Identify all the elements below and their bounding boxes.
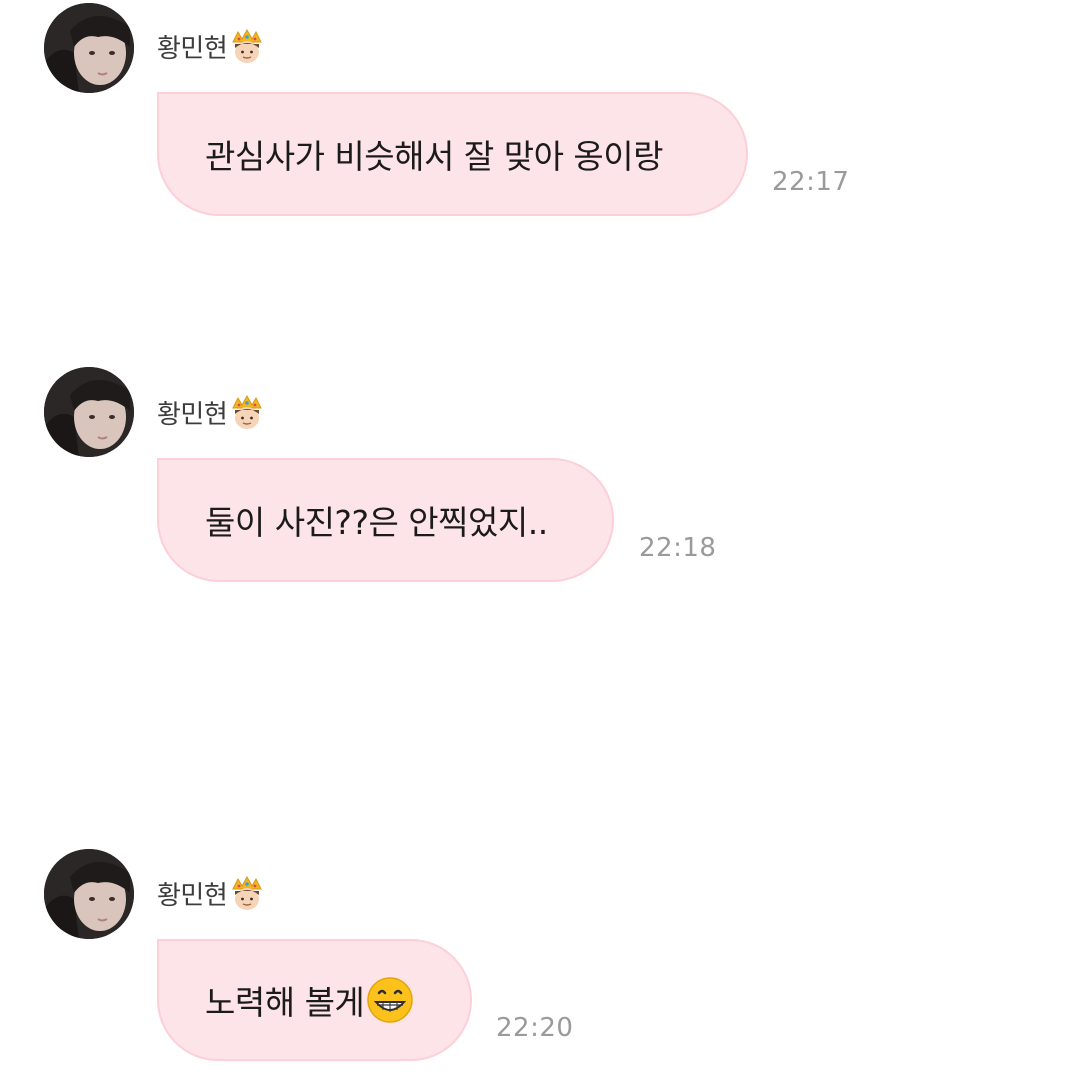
- sender: 황민현: [157, 394, 265, 430]
- message-group: 황민현 관심사가 비슷해서 잘 맞아 옹이랑 22:17: [0, 0, 1079, 220]
- crown-prince-icon: [229, 28, 265, 64]
- sender-name: 황민현: [157, 880, 228, 911]
- message-bubble[interactable]: 관심사가 비슷해서 잘 맞아 옹이랑: [157, 92, 748, 216]
- avatar[interactable]: [44, 367, 134, 457]
- grinning-face-icon: [366, 976, 414, 1024]
- avatar[interactable]: [44, 3, 134, 93]
- message-text: 관심사가 비슷해서 잘 맞아 옹이랑: [205, 137, 664, 176]
- message-text: 노력해 볼게: [205, 983, 365, 1022]
- message-time: 22:18: [639, 533, 717, 563]
- message-time: 22:20: [496, 1013, 574, 1043]
- sender-name: 황민현: [157, 33, 228, 64]
- message-bubble[interactable]: 노력해 볼게: [157, 939, 472, 1061]
- message-text: 둘이 사진??은 안찍었지..: [205, 503, 548, 542]
- message-time: 22:17: [772, 167, 850, 197]
- message-group: 황민현 둘이 사진??은 안찍었지.. 22:18: [0, 366, 1079, 586]
- sender: 황민현: [157, 875, 265, 911]
- message-group: 황민현 노력해 볼게 22:20: [0, 847, 1079, 1067]
- avatar[interactable]: [44, 849, 134, 939]
- message-bubble[interactable]: 둘이 사진??은 안찍었지..: [157, 458, 614, 582]
- crown-prince-icon: [229, 394, 265, 430]
- sender: 황민현: [157, 28, 265, 64]
- sender-name: 황민현: [157, 399, 228, 430]
- crown-prince-icon: [229, 875, 265, 911]
